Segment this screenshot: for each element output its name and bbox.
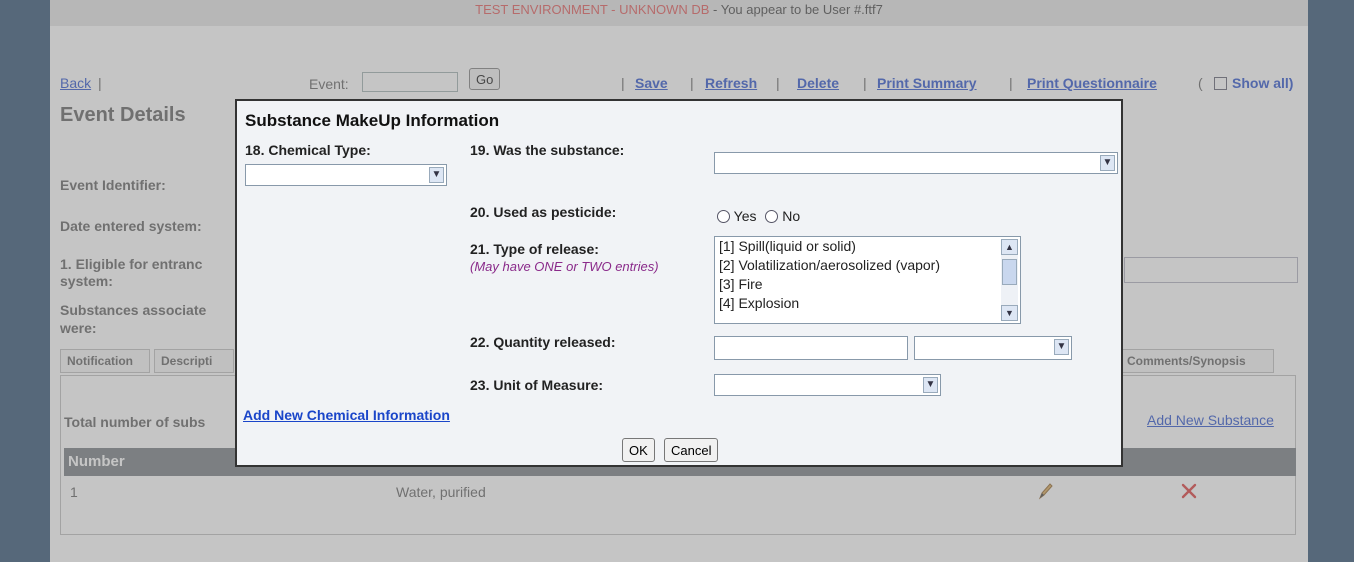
scrollbar-thumb[interactable] — [1002, 259, 1017, 285]
release-type-note: (May have ONE or TWO entries) — [470, 259, 659, 274]
pesticide-yes-radio[interactable] — [717, 210, 730, 223]
substance-makeup-dialog: Substance MakeUp Information 18. Chemica… — [235, 99, 1123, 467]
chevron-down-icon: ▼ — [923, 377, 938, 393]
release-type-listbox[interactable]: [1] Spill(liquid or solid) [2] Volatiliz… — [714, 236, 1021, 324]
was-substance-select[interactable]: ▼ — [714, 152, 1118, 174]
release-type-label: 21. Type of release: — [470, 241, 599, 257]
pesticide-no-radio[interactable] — [765, 210, 779, 223]
listbox-scrollbar[interactable]: ▲ ▼ — [1001, 239, 1018, 321]
pesticide-radio-group: Yes No — [717, 208, 800, 224]
pesticide-no-label[interactable]: No — [782, 208, 800, 224]
ok-button[interactable]: OK — [622, 438, 655, 462]
pesticide-label: 20. Used as pesticide: — [470, 204, 617, 220]
list-item[interactable]: [2] Volatilization/aerosolized (vapor) — [715, 256, 1020, 275]
add-new-chemical-link[interactable]: Add New Chemical Information — [243, 407, 450, 423]
was-substance-label: 19. Was the substance: — [470, 142, 625, 158]
list-item[interactable]: [4] Explosion — [715, 294, 1020, 313]
dialog-title: Substance MakeUp Information — [245, 111, 500, 130]
cancel-button[interactable]: Cancel — [664, 438, 719, 462]
scroll-up-icon[interactable]: ▲ — [1001, 239, 1018, 255]
unit-of-measure-select[interactable]: ▼ — [714, 374, 941, 396]
list-item[interactable]: [1] Spill(liquid or solid) — [715, 237, 1020, 256]
quantity-unit-select[interactable]: ▼ — [914, 336, 1072, 360]
chemical-type-select[interactable]: ▼ — [245, 164, 447, 186]
unit-of-measure-label: 23. Unit of Measure: — [470, 377, 604, 393]
list-item[interactable]: [3] Fire — [715, 275, 1020, 294]
chevron-down-icon: ▼ — [1054, 339, 1069, 355]
quantity-released-input[interactable] — [714, 336, 908, 360]
chevron-down-icon: ▼ — [429, 167, 444, 183]
chemical-type-label: 18. Chemical Type: — [245, 142, 371, 158]
chevron-down-icon: ▼ — [1100, 155, 1115, 171]
pesticide-yes-label[interactable]: Yes — [734, 208, 757, 224]
scroll-down-icon[interactable]: ▼ — [1001, 305, 1018, 321]
quantity-released-label: 22. Quantity released: — [470, 334, 616, 350]
